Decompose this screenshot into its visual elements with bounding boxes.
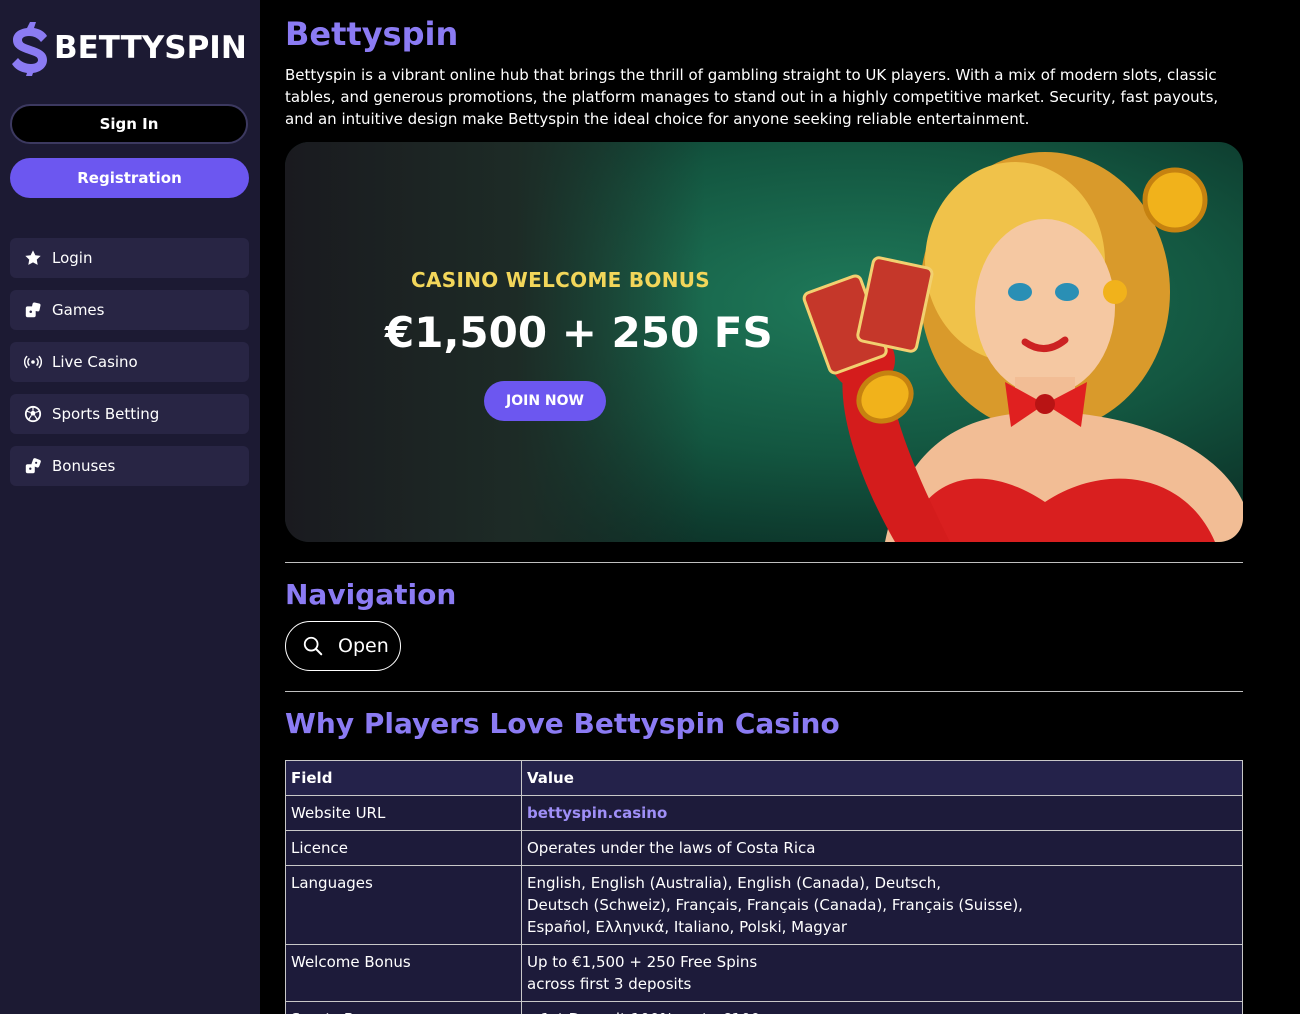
table-row: Website URL bettyspin.casino <box>285 795 1243 831</box>
divider <box>285 691 1243 692</box>
value-cell: English, English (Australia), English (C… <box>521 865 1243 945</box>
column-header: Field <box>285 760 522 796</box>
banner-subtitle: CASINO WELCOME BONUS <box>411 268 711 292</box>
sidebar-item-games[interactable]: Games <box>10 290 249 330</box>
soccer-ball-icon <box>24 405 42 423</box>
field-cell: Website URL <box>285 795 522 831</box>
registration-button[interactable]: Registration <box>10 158 249 198</box>
sidebar-item-login[interactable]: Login <box>10 238 249 278</box>
sidebar-item-sports-betting[interactable]: Sports Betting <box>10 394 249 434</box>
table-row: Welcome Bonus Up to €1,500 + 250 Free Sp… <box>285 944 1243 1002</box>
sidebar-item-label: Games <box>52 301 105 319</box>
page-title: Bettyspin <box>285 15 459 53</box>
website-link[interactable]: bettyspin.casino <box>527 804 667 822</box>
sign-in-button[interactable]: Sign In <box>10 104 248 144</box>
dice-cards-icon <box>25 302 41 318</box>
value-cell: • 1st Deposit 100% up to €100 <box>521 1001 1243 1014</box>
brand-logo[interactable]: BETTYSPIN <box>10 18 250 78</box>
dice-icon <box>25 458 41 474</box>
sidebar-item-live-casino[interactable]: Live Casino <box>10 342 249 382</box>
field-cell: Languages <box>285 865 522 945</box>
value-cell: Up to €1,500 + 250 Free Spins across fir… <box>521 944 1243 1002</box>
table-header-row: Field Value <box>285 760 1243 796</box>
sidebar-item-bonuses[interactable]: Bonuses <box>10 446 249 486</box>
star-icon <box>25 250 41 265</box>
value-cell: bettyspin.casino <box>521 795 1243 831</box>
why-players-heading: Why Players Love Bettyspin Casino <box>285 707 840 740</box>
column-header: Value <box>521 760 1243 796</box>
welcome-bonus-banner[interactable]: CASINO WELCOME BONUS €1,500 + 250 FS JOI… <box>285 142 1243 542</box>
broadcast-icon <box>24 355 42 369</box>
field-cell: Licence <box>285 830 522 866</box>
value-line: across first 3 deposits <box>527 975 692 993</box>
open-label: Open <box>338 635 389 657</box>
sidebar-item-label: Live Casino <box>52 353 138 371</box>
field-cell: Sports Bonus <box>285 1001 522 1014</box>
hostess-illustration <box>802 152 1243 542</box>
table-row: Sports Bonus • 1st Deposit 100% up to €1… <box>285 1001 1243 1014</box>
table-row: Languages English, English (Australia), … <box>285 865 1243 945</box>
join-now-button[interactable]: JOIN NOW <box>484 381 606 421</box>
brand-name: BETTYSPIN <box>54 30 247 66</box>
divider <box>285 562 1243 563</box>
sidebar: BETTYSPIN Sign In Registration Login Gam… <box>0 0 260 1014</box>
sidebar-item-label: Bonuses <box>52 457 116 475</box>
dollar-logo-icon <box>12 22 47 76</box>
value-line: Deutsch (Schweiz), Français, Français (C… <box>527 896 1023 914</box>
sidebar-item-label: Login <box>52 249 93 267</box>
field-cell: Welcome Bonus <box>285 944 522 1002</box>
table-row: Licence Operates under the laws of Costa… <box>285 830 1243 866</box>
intro-paragraph: Bettyspin is a vibrant online hub that b… <box>285 66 1219 128</box>
main-content: Bettyspin Bettyspin is a vibrant online … <box>285 0 1243 1014</box>
sidebar-item-label: Sports Betting <box>52 405 160 423</box>
open-navigation-button[interactable]: Open <box>285 621 401 671</box>
value-line: Up to €1,500 + 250 Free Spins <box>527 953 758 971</box>
value-cell: Operates under the laws of Costa Rica <box>521 830 1243 866</box>
navigation-heading: Navigation <box>285 578 457 611</box>
value-line: Español, Ελληνικά, Italiano, Polski, Mag… <box>527 918 848 936</box>
info-table: Field Value Website URL bettyspin.casino… <box>285 760 1243 1014</box>
value-line: English, English (Australia), English (C… <box>527 874 941 892</box>
banner-amount: €1,500 + 250 FS <box>385 308 773 357</box>
search-icon <box>303 636 323 656</box>
